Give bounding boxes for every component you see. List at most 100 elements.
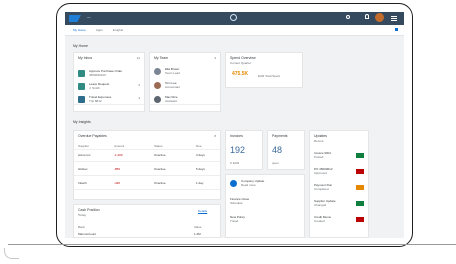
list-item[interactable]: Credit Memo Created bbox=[314, 215, 364, 227]
team-card[interactable]: My Team 3 Ella Brown Team Lead Tom Lee A… bbox=[149, 52, 221, 112]
list-item-subtitle: Team Lead bbox=[165, 71, 180, 75]
calendar-icon bbox=[78, 83, 85, 90]
list-item-subtitle: Assistant bbox=[165, 99, 178, 103]
news-item-subtitle: Travel bbox=[230, 219, 239, 223]
news-item-subtitle: Schedule bbox=[230, 201, 243, 205]
edit-icon[interactable] bbox=[395, 28, 398, 31]
column-header: Value bbox=[194, 225, 202, 229]
card-count: 12 bbox=[136, 56, 140, 60]
tab-insights[interactable]: Insights bbox=[113, 28, 123, 32]
list-item[interactable]: Leave Request J. Smith 2 bbox=[78, 82, 140, 94]
news-item[interactable]: Finance Close Schedule bbox=[230, 197, 300, 209]
column-header: Supplier bbox=[78, 144, 90, 148]
person-avatar bbox=[154, 82, 161, 89]
news-item[interactable]: Company Update Read more bbox=[230, 179, 300, 191]
list-item[interactable]: Payment Run Completed bbox=[314, 183, 364, 195]
list-item-subtitle: Trip 8812 bbox=[89, 99, 102, 103]
table-row[interactable]: Globex -850 Overdue 5 days bbox=[74, 163, 220, 176]
column-header: Status bbox=[154, 144, 163, 148]
list-item-subtitle: Accountant bbox=[165, 85, 181, 89]
due-cell: 5 days bbox=[196, 167, 205, 171]
invoices-tile[interactable]: Invoices 192 K EUR bbox=[225, 130, 263, 170]
kpi-value: 475.5K bbox=[232, 71, 249, 77]
column-header: Bank bbox=[78, 225, 85, 229]
payables-table-card[interactable]: Overdue Payables 8 Supplier Amount Statu… bbox=[73, 130, 221, 200]
list-item[interactable]: Approve Purchase Order 4500000120 bbox=[78, 69, 140, 81]
list-item-subtitle: Changed bbox=[314, 203, 327, 207]
expense-icon bbox=[78, 96, 85, 103]
table-row[interactable]: Initech -430 Overdue 1 day bbox=[74, 177, 220, 190]
column-header: Due bbox=[196, 144, 202, 148]
list-item[interactable]: PO 45000012 Approved bbox=[314, 167, 364, 179]
list-item[interactable]: Invoice 9001 Posted bbox=[314, 151, 364, 163]
card-title: My Team bbox=[154, 56, 169, 60]
status-cell: Overdue bbox=[154, 153, 166, 157]
card-title: Overdue Payables bbox=[78, 134, 107, 138]
company-logo[interactable] bbox=[69, 15, 81, 22]
card-subtitle: Current Quarter bbox=[230, 61, 252, 65]
section-title-top: My Home bbox=[73, 44, 88, 48]
list-item-subtitle: Approved bbox=[314, 171, 327, 175]
spend-kpi-card[interactable]: Spend Overview Current Quarter 475.5K EU… bbox=[225, 52, 303, 88]
list-item-subtitle: Created bbox=[314, 219, 325, 223]
person-avatar bbox=[154, 68, 161, 75]
payments-tile[interactable]: Payments 48 open bbox=[267, 130, 305, 170]
list-item[interactable]: Supplier Update Changed bbox=[314, 199, 364, 211]
tab-apps[interactable]: Apps bbox=[96, 28, 103, 32]
menu-icon[interactable] bbox=[391, 16, 397, 17]
supplier-cell: Globex bbox=[78, 167, 88, 171]
globe-icon bbox=[230, 180, 237, 187]
card-subtitle: Recent bbox=[314, 139, 324, 143]
column-header: Amount bbox=[114, 144, 125, 148]
list-item-subtitle: 4500000120 bbox=[89, 73, 106, 77]
tile-unit: open bbox=[272, 161, 279, 165]
status-badge bbox=[356, 201, 364, 206]
supplier-cell: Acme Inc bbox=[78, 153, 91, 157]
user-avatar-icon[interactable] bbox=[375, 13, 384, 22]
bank-cell: Main Account bbox=[78, 232, 97, 236]
updates-card[interactable]: Updates Recent Invoice 9001 Posted PO 45… bbox=[309, 130, 369, 238]
due-cell: 3 days bbox=[196, 153, 205, 157]
cash-position-card[interactable]: Cash Position Today Details Bank Value M… bbox=[73, 204, 221, 238]
kpi-unit: EUR Total Spent bbox=[258, 74, 281, 78]
table-row[interactable]: Acme Inc -1,200 Overdue 3 days bbox=[74, 149, 220, 162]
tile-value: 48 bbox=[272, 145, 283, 155]
list-item-subtitle: Posted bbox=[314, 155, 324, 159]
due-cell: 1 day bbox=[196, 181, 204, 185]
status-badge bbox=[356, 185, 364, 190]
shell-title: — bbox=[87, 15, 91, 19]
card-title: Payments bbox=[272, 134, 288, 138]
home-icon[interactable] bbox=[230, 14, 237, 21]
section-title-mid: My Insights bbox=[73, 120, 91, 124]
search-icon[interactable] bbox=[346, 15, 350, 19]
list-item-count: 4 bbox=[138, 96, 140, 100]
laptop-base-edge bbox=[4, 248, 19, 259]
card-title: Invoices bbox=[230, 134, 243, 138]
app-screen: — My Home Apps Insights My Home My Inbox… bbox=[65, 12, 404, 238]
amount-cell: -850 bbox=[114, 167, 121, 171]
news-item[interactable]: New Policy Travel bbox=[230, 215, 300, 227]
news-card[interactable]: Company Update Read more Finance Close S… bbox=[225, 174, 305, 238]
list-item[interactable]: Ella Brown Team Lead bbox=[154, 67, 216, 79]
details-link[interactable]: Details bbox=[198, 209, 207, 213]
amount-cell: -1,200 bbox=[114, 153, 123, 157]
person-avatar bbox=[154, 96, 161, 103]
tab-my-home[interactable]: My Home bbox=[73, 28, 86, 32]
card-title: Updates bbox=[314, 134, 328, 138]
notifications-icon[interactable] bbox=[365, 14, 369, 19]
tile-unit: K EUR bbox=[230, 161, 240, 165]
inbox-card[interactable]: My Inbox 12 Approve Purchase Order 45000… bbox=[73, 52, 145, 112]
card-count: 8 bbox=[214, 134, 216, 138]
status-badge bbox=[356, 217, 364, 222]
tile-value: 192 bbox=[230, 145, 246, 155]
card-footer bbox=[74, 104, 144, 111]
card-title: Cash Position bbox=[78, 208, 100, 212]
amount-cell: -430 bbox=[114, 181, 121, 185]
list-item[interactable]: Tom Lee Accountant bbox=[154, 81, 216, 93]
card-subtitle: Today bbox=[78, 213, 87, 217]
list-item-subtitle: Completed bbox=[314, 187, 329, 191]
status-cell: Overdue bbox=[154, 167, 166, 171]
card-title: My Inbox bbox=[78, 56, 93, 60]
card-count: 3 bbox=[214, 56, 216, 60]
laptop-base bbox=[8, 244, 456, 257]
